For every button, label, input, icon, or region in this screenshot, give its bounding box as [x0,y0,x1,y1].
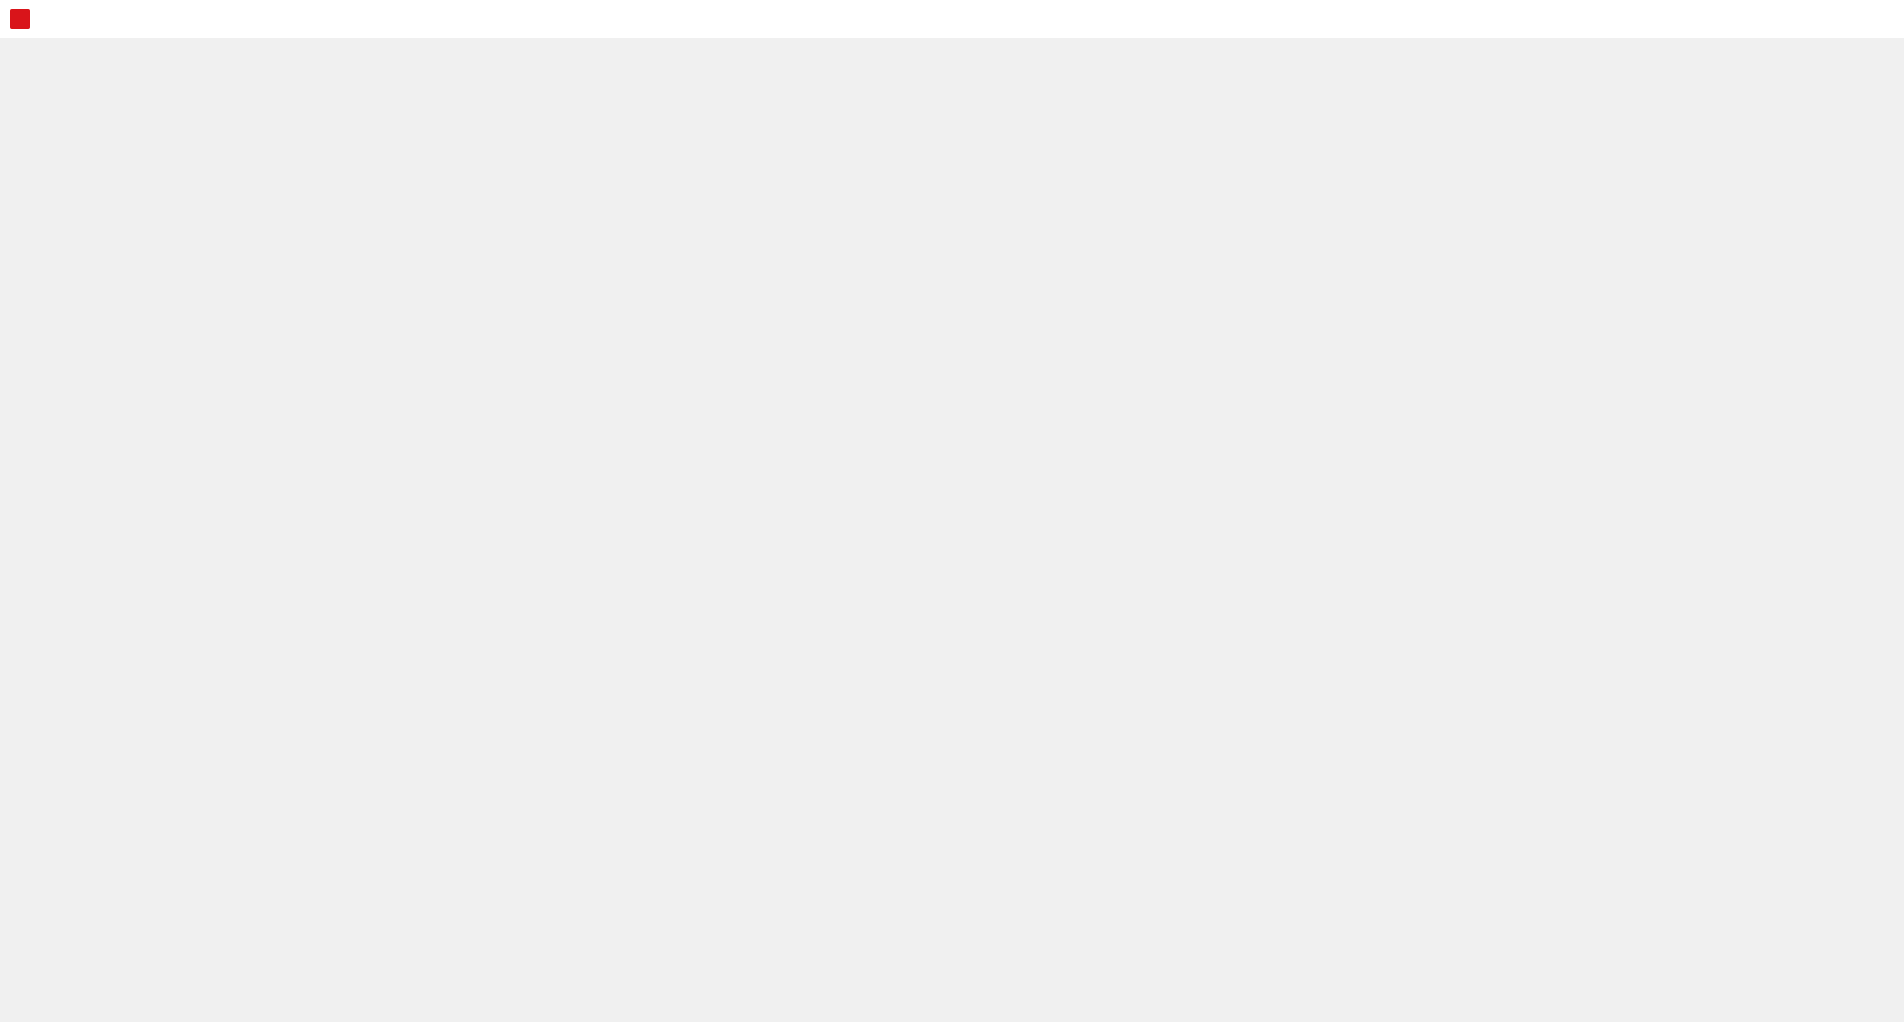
title-bar [0,0,1904,38]
spoon-logo-icon [10,9,30,29]
minimize-button[interactable] [1792,6,1832,34]
